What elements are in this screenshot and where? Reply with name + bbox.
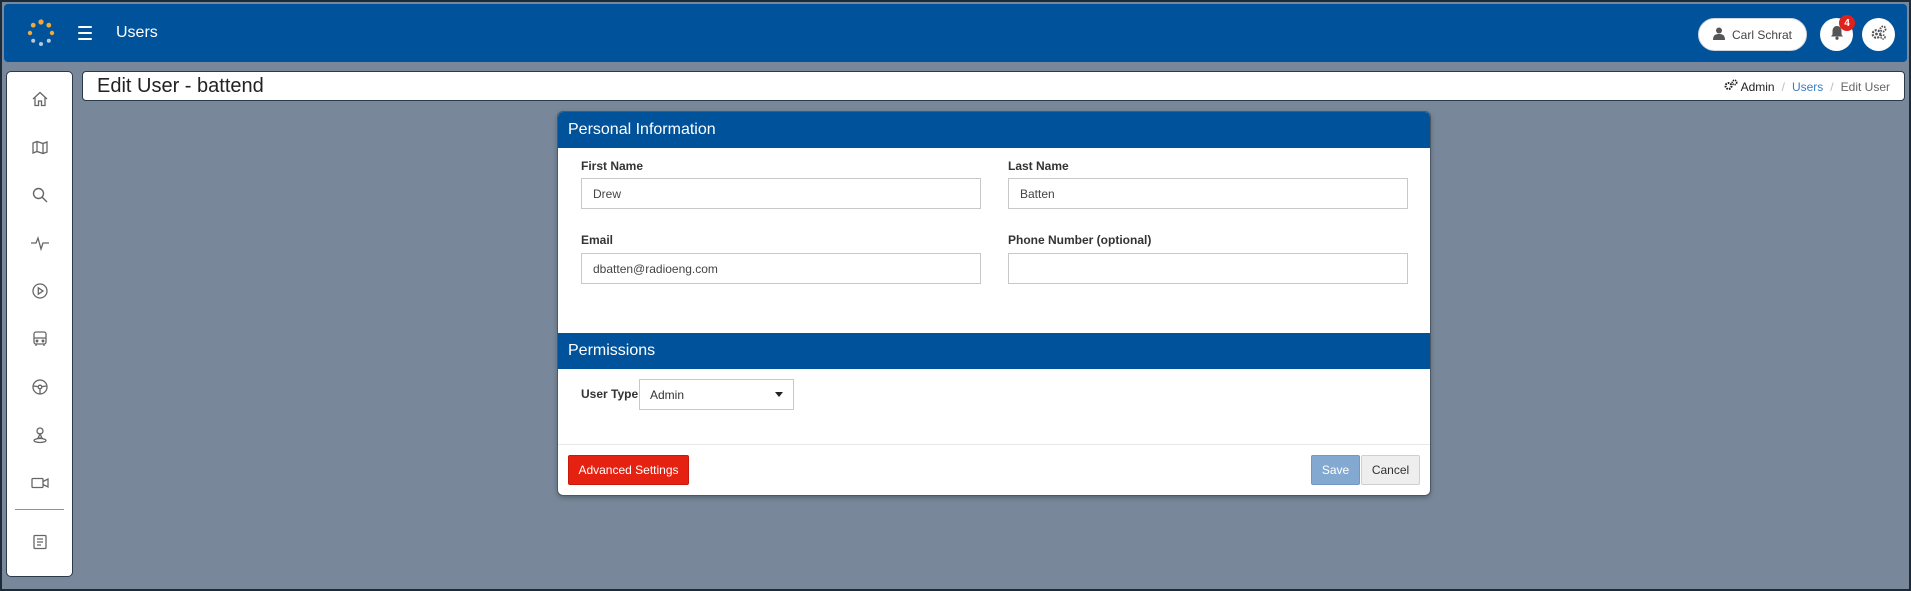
personal-info-header: Personal Information <box>558 112 1430 148</box>
phone-field[interactable] <box>1008 253 1408 284</box>
first-name-label: First Name <box>581 159 644 173</box>
menu-toggle-icon[interactable] <box>78 26 92 40</box>
search-icon[interactable] <box>29 184 51 206</box>
map-icon[interactable] <box>29 136 51 158</box>
first-name-field[interactable] <box>581 178 981 209</box>
breadcrumb-current: Edit User <box>1840 79 1890 94</box>
steering-wheel-icon[interactable] <box>29 376 51 398</box>
breadcrumb-separator: / <box>1830 79 1834 94</box>
breadcrumb-separator: / <box>1781 79 1785 94</box>
breadcrumb-users[interactable]: Users <box>1792 80 1823 94</box>
last-name-field[interactable] <box>1008 178 1408 209</box>
save-button[interactable]: Save <box>1311 455 1360 485</box>
gears-icon <box>1724 79 1738 94</box>
page-header: Edit User - battend Admin / Users / Edit… <box>82 71 1905 101</box>
sidebar-divider <box>15 509 64 510</box>
logo-icon[interactable] <box>26 18 56 48</box>
book-icon[interactable] <box>29 531 51 553</box>
top-navbar: Users Carl Schrat 4 <box>4 4 1907 62</box>
permissions-header: Permissions <box>558 333 1430 369</box>
video-camera-icon[interactable] <box>29 472 51 494</box>
notification-count-badge: 4 <box>1839 15 1855 31</box>
sidebar <box>6 71 73 577</box>
gears-icon <box>1871 25 1887 45</box>
driver-location-icon[interactable] <box>29 424 51 446</box>
user-type-value: Admin <box>650 387 685 402</box>
page-title: Edit User - battend <box>97 75 264 97</box>
last-name-label: Last Name <box>1008 159 1069 173</box>
pulse-icon[interactable] <box>29 232 51 254</box>
phone-label: Phone Number (optional) <box>1008 233 1152 247</box>
breadcrumb: Admin / Users / Edit User <box>1724 79 1890 94</box>
user-icon <box>1712 27 1725 43</box>
edit-user-card: Personal Information First Name Last Nam… <box>558 112 1430 495</box>
email-field[interactable] <box>581 253 981 284</box>
bus-icon[interactable] <box>29 328 51 350</box>
card-footer-divider <box>558 444 1430 445</box>
cancel-button[interactable]: Cancel <box>1361 455 1420 485</box>
user-type-label: User Type <box>581 387 639 401</box>
user-type-select[interactable]: Admin <box>639 379 794 410</box>
breadcrumb-admin-label: Admin <box>1740 79 1775 94</box>
home-icon[interactable] <box>29 88 51 110</box>
user-name: Carl Schrat <box>1731 27 1793 42</box>
play-icon[interactable] <box>29 280 51 302</box>
breadcrumb-admin[interactable]: Admin <box>1724 79 1775 94</box>
caret-down-icon <box>775 392 783 397</box>
app-title: Users <box>116 24 158 41</box>
advanced-settings-button[interactable]: Advanced Settings <box>568 455 689 485</box>
notifications-button[interactable]: 4 <box>1820 15 1855 51</box>
email-label: Email <box>581 233 614 247</box>
user-menu-button[interactable]: Carl Schrat <box>1698 18 1807 51</box>
settings-button[interactable] <box>1862 18 1895 51</box>
